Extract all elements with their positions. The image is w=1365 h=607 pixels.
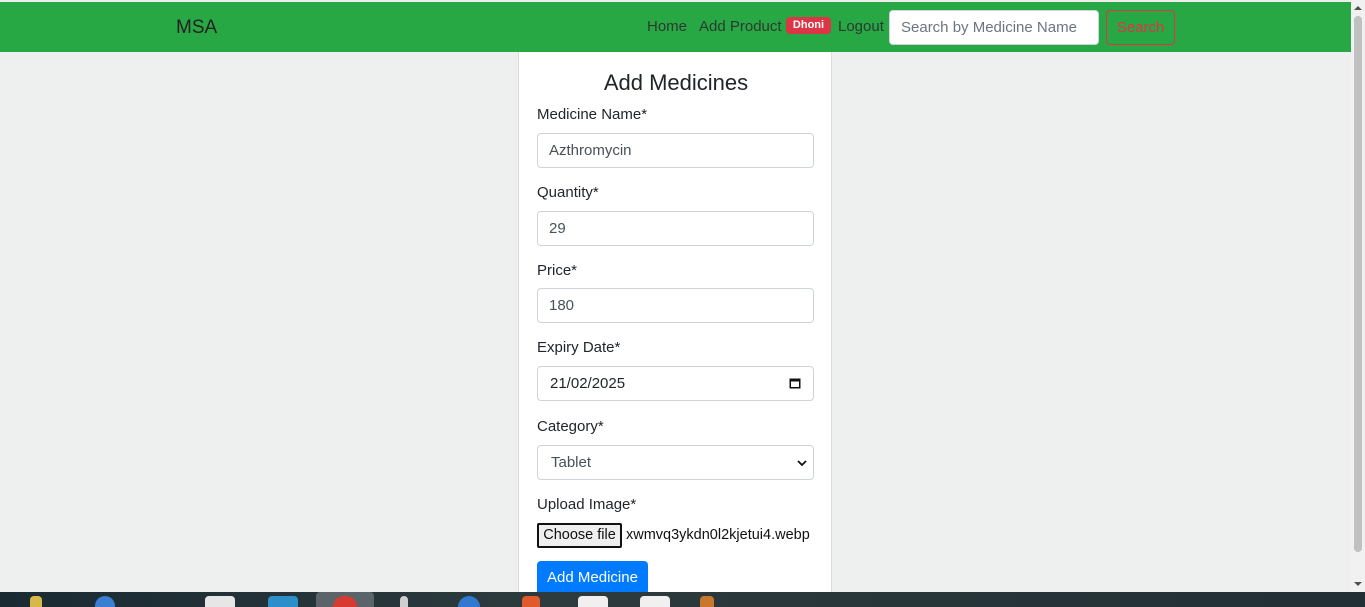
taskbar-app-icon[interactable]	[268, 596, 298, 607]
taskbar-app-icon[interactable]	[95, 596, 115, 607]
taskbar-app-icon[interactable]	[205, 596, 235, 607]
taskbar-app-icon[interactable]	[30, 596, 42, 607]
search-button[interactable]: Search	[1106, 10, 1175, 45]
quantity-label: Quantity*	[537, 184, 599, 201]
expiry-date-input[interactable]: 21/02/2025	[537, 366, 814, 401]
user-badge: Dhoni	[786, 17, 831, 34]
chevron-down-icon	[797, 460, 807, 467]
price-label: Price*	[537, 262, 578, 279]
category-label: Category*	[537, 418, 604, 435]
page-scrollbar[interactable]	[1351, 0, 1365, 592]
quantity-value: 29	[549, 220, 566, 237]
nav-add-product-link[interactable]: Add Product	[699, 18, 782, 35]
taskbar-app-icon[interactable]	[578, 596, 608, 607]
scroll-up-icon[interactable]	[1354, 4, 1362, 12]
category-value: Tablet	[551, 454, 592, 471]
upload-image-label: Upload Image*	[537, 496, 637, 513]
price-input[interactable]: 180	[537, 288, 814, 323]
search-input[interactable]	[889, 10, 1099, 45]
expiry-date-label: Expiry Date*	[537, 339, 621, 356]
medicine-name-value: Azthromycin	[549, 142, 632, 159]
selected-file-name: xwmvq3ykdn0l2kjetui4.webp	[626, 527, 810, 543]
add-medicine-form: Add Medicines Medicine Name* Azthromycin…	[518, 52, 832, 597]
category-select[interactable]: Tablet	[537, 445, 814, 480]
choose-file-button[interactable]: Choose file	[537, 523, 622, 548]
top-navbar: MSA Home Add Product Dhoni Logout Search	[0, 2, 1351, 52]
nav-logout-link[interactable]: Logout	[838, 18, 884, 35]
nav-home-link[interactable]: Home	[647, 18, 687, 35]
taskbar-app-icon[interactable]	[400, 596, 408, 607]
scroll-thumb[interactable]	[1354, 16, 1362, 552]
scroll-down-icon[interactable]	[1354, 580, 1362, 588]
quantity-input[interactable]: 29	[537, 211, 814, 246]
form-title: Add Medicines	[603, 70, 749, 95]
os-taskbar	[0, 592, 1365, 607]
medicine-name-label: Medicine Name*	[537, 106, 648, 123]
price-value: 180	[549, 297, 575, 314]
add-medicine-button[interactable]: Add Medicine	[537, 561, 648, 595]
brand-logo[interactable]: MSA	[176, 17, 217, 39]
medicine-name-input[interactable]: Azthromycin	[537, 133, 814, 168]
taskbar-app-icon[interactable]	[458, 596, 480, 607]
calendar-icon[interactable]	[789, 377, 801, 389]
expiry-date-value: 21/02/2025	[550, 375, 626, 392]
taskbar-app-icon[interactable]	[700, 596, 714, 607]
taskbar-app-icon[interactable]	[640, 596, 670, 607]
taskbar-app-icon[interactable]	[522, 596, 540, 607]
